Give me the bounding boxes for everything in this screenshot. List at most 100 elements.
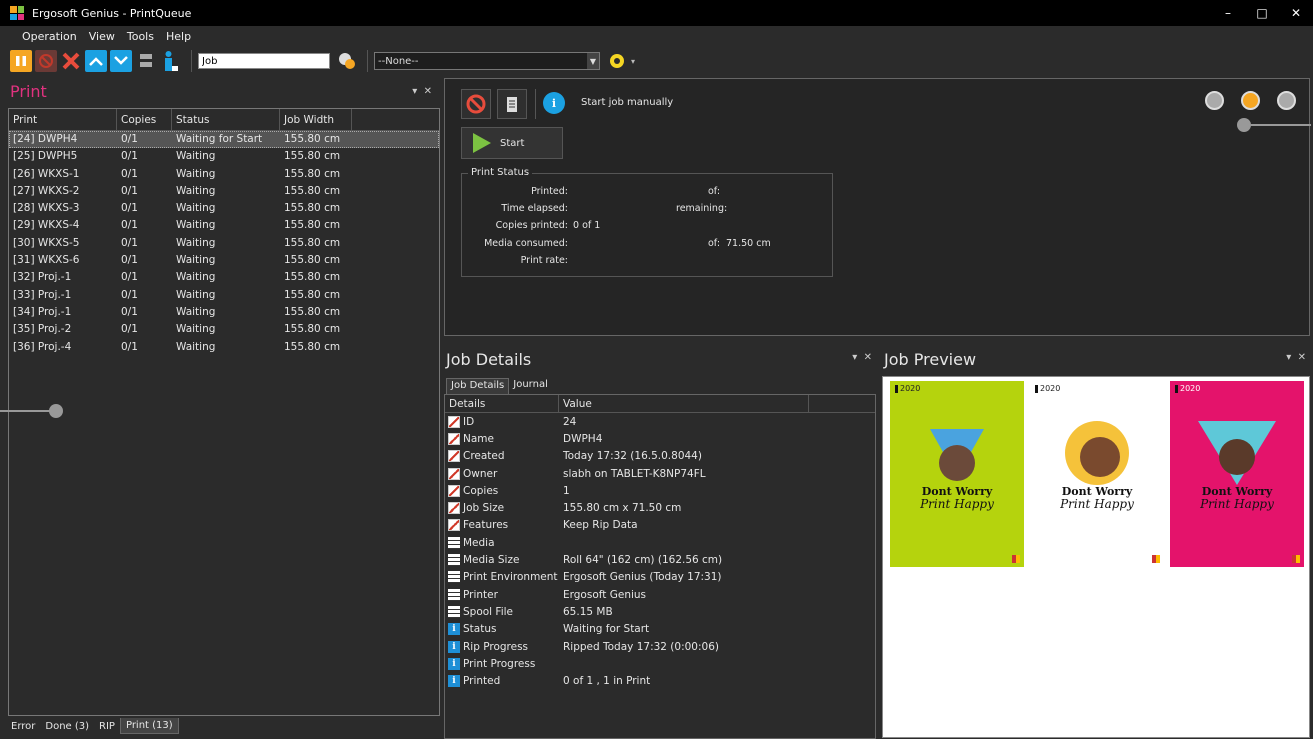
detail-row[interactable]: Copies 1 <box>445 482 875 499</box>
detail-row[interactable]: Printer Ergosoft Genius <box>445 586 875 603</box>
move-down-button[interactable] <box>110 50 132 72</box>
detail-row[interactable]: Spool File 65.15 MB <box>445 603 875 620</box>
status-lamp-right <box>1277 91 1296 110</box>
time-elapsed-label: Time elapsed: <box>501 203 568 214</box>
doc-icon <box>448 502 460 515</box>
menu-help[interactable]: Help <box>166 30 191 43</box>
column-value[interactable]: Value <box>559 395 809 412</box>
job-width-cell: 155.80 cm <box>284 184 341 197</box>
printed-label: Printed: <box>531 186 568 197</box>
print-job-row[interactable]: [36] Proj.-4 0/1 Waiting 155.80 cm <box>9 339 439 356</box>
cancel-job-button[interactable] <box>461 89 491 119</box>
menu-operation[interactable]: Operation <box>22 30 77 43</box>
detail-row[interactable]: Print Environment Ergosoft Genius (Today … <box>445 569 875 586</box>
tab-job-details[interactable]: Job Details <box>446 378 510 394</box>
job-document-button[interactable] <box>497 89 527 119</box>
print-job-row[interactable]: [35] Proj.-2 0/1 Waiting 155.80 cm <box>9 321 439 338</box>
maximize-button[interactable]: □ <box>1245 0 1279 26</box>
panel-options-icon[interactable]: ▾ ✕ <box>852 352 872 363</box>
tab-print[interactable]: Print (13) <box>119 718 179 734</box>
column-job-width[interactable]: Job Width <box>280 109 352 130</box>
detail-key: Name <box>445 432 559 445</box>
column-details[interactable]: Details <box>445 395 559 412</box>
detail-row[interactable]: Features Keep Rip Data <box>445 517 875 534</box>
detail-row[interactable]: Owner slabh on TABLET-K8NP74FL <box>445 465 875 482</box>
detail-row[interactable]: Job Size 155.80 cm x 71.50 cm <box>445 499 875 516</box>
column-copies[interactable]: Copies <box>117 109 172 130</box>
print-job-row[interactable]: [26] WKXS-1 0/1 Waiting 155.80 cm <box>9 166 439 183</box>
detail-row[interactable]: i Printed 0 of 1 , 1 in Print <box>445 672 875 689</box>
menu-tools[interactable]: Tools <box>127 30 154 43</box>
job-width-cell: 155.80 cm <box>284 288 341 301</box>
job-search-input[interactable] <box>198 53 330 69</box>
move-up-button[interactable] <box>85 50 107 72</box>
detail-row[interactable]: Media <box>445 534 875 551</box>
stop-button[interactable] <box>35 50 57 72</box>
detail-key-label: Spool File <box>463 605 514 618</box>
copies-cell: 0/1 <box>121 202 138 215</box>
settings-dropdown-icon[interactable]: ▾ <box>631 57 635 66</box>
column-status[interactable]: Status <box>172 109 280 130</box>
detail-key-label: Printer <box>463 588 498 601</box>
start-button[interactable]: Start <box>461 127 563 159</box>
tab-error[interactable]: Error <box>6 719 40 734</box>
detail-key-label: Owner <box>463 467 498 480</box>
detail-key-label: Features <box>463 519 509 532</box>
detail-key: Owner <box>445 467 559 480</box>
panel-options-icon[interactable]: ▾ ✕ <box>1286 352 1306 363</box>
job-width-cell: 155.80 cm <box>284 236 341 249</box>
poster-subline: Print Happy <box>1200 497 1274 511</box>
pause-button[interactable] <box>10 50 32 72</box>
job-width-cell: 155.80 cm <box>284 340 341 353</box>
job-details-panel: Job Details ▾ ✕ Job Details Journal Deta… <box>444 340 876 739</box>
close-window-button[interactable]: ✕ <box>1279 0 1313 26</box>
info-icon: i <box>448 675 460 688</box>
detail-row[interactable]: i Print Progress <box>445 655 875 672</box>
detail-row[interactable]: i Status Waiting for Start <box>445 621 875 638</box>
print-job-row[interactable]: [33] Proj.-1 0/1 Waiting 155.80 cm <box>9 287 439 304</box>
find-job-button[interactable] <box>336 50 358 72</box>
connector-handle[interactable] <box>1237 118 1251 132</box>
detail-row[interactable]: Name DWPH4 <box>445 430 875 447</box>
detail-row[interactable]: ID 24 <box>445 413 875 430</box>
printer-settings-button[interactable] <box>606 50 628 72</box>
delete-button[interactable] <box>60 50 82 72</box>
start-mode-text: Start job manually <box>581 97 674 108</box>
status-lamp-active <box>1241 91 1260 110</box>
detail-row[interactable]: Media Size Roll 64" (162 cm) (162.56 cm) <box>445 551 875 568</box>
tab-journal[interactable]: Journal <box>509 378 552 394</box>
job-name-cell: [24] DWPH4 <box>13 133 78 145</box>
filter-select[interactable]: --None-- ▼ <box>374 52 600 70</box>
tab-rip[interactable]: RIP <box>94 719 120 734</box>
detail-key: Job Size <box>445 502 559 515</box>
detail-key-label: Printed <box>463 675 501 688</box>
detail-row[interactable]: Created Today 17:32 (16.5.0.8044) <box>445 448 875 465</box>
print-job-row[interactable]: [24] DWPH4 0/1 Waiting for Start 155.80 cm <box>9 131 439 149</box>
print-job-row[interactable]: [34] Proj.-1 0/1 Waiting 155.80 cm <box>9 304 439 321</box>
menu-view[interactable]: View <box>89 30 115 43</box>
dropdown-arrow-icon[interactable]: ▼ <box>587 53 599 69</box>
info-button[interactable] <box>160 50 182 72</box>
print-job-row[interactable]: [28] WKXS-3 0/1 Waiting 155.80 cm <box>9 200 439 217</box>
detail-value: Ergosoft Genius (Today 17:31) <box>563 571 722 584</box>
print-job-row[interactable]: [32] Proj.-1 0/1 Waiting 155.80 cm <box>9 269 439 286</box>
panel-options-icon[interactable]: ▾ ✕ <box>412 86 432 97</box>
tab-done[interactable]: Done (3) <box>40 719 94 734</box>
job-width-cell: 155.80 cm <box>284 202 341 215</box>
job-details-grid: Details Value ID 24 Name DWPH4 Created Today … <box>444 394 876 739</box>
print-job-row[interactable]: [30] WKXS-5 0/1 Waiting 155.80 cm <box>9 235 439 252</box>
split-button[interactable] <box>135 50 157 72</box>
detail-row[interactable]: i Rip Progress Ripped Today 17:32 (0:00:06… <box>445 638 875 655</box>
copies-cell: 0/1 <box>121 133 138 145</box>
minimize-button[interactable]: – <box>1211 0 1245 26</box>
print-job-row[interactable]: [27] WKXS-2 0/1 Waiting 155.80 cm <box>9 183 439 200</box>
print-panel-title: Print <box>10 82 47 101</box>
info-icon: i <box>448 657 460 670</box>
globe-icon <box>610 54 624 68</box>
print-job-row[interactable]: [29] WKXS-4 0/1 Waiting 155.80 cm <box>9 217 439 234</box>
column-print[interactable]: Print <box>9 109 117 130</box>
print-job-row[interactable]: [31] WKXS-6 0/1 Waiting 155.80 cm <box>9 252 439 269</box>
connector-handle[interactable] <box>49 404 63 418</box>
cancel-icon <box>466 94 486 114</box>
print-job-row[interactable]: [25] DWPH5 0/1 Waiting 155.80 cm <box>9 148 439 165</box>
